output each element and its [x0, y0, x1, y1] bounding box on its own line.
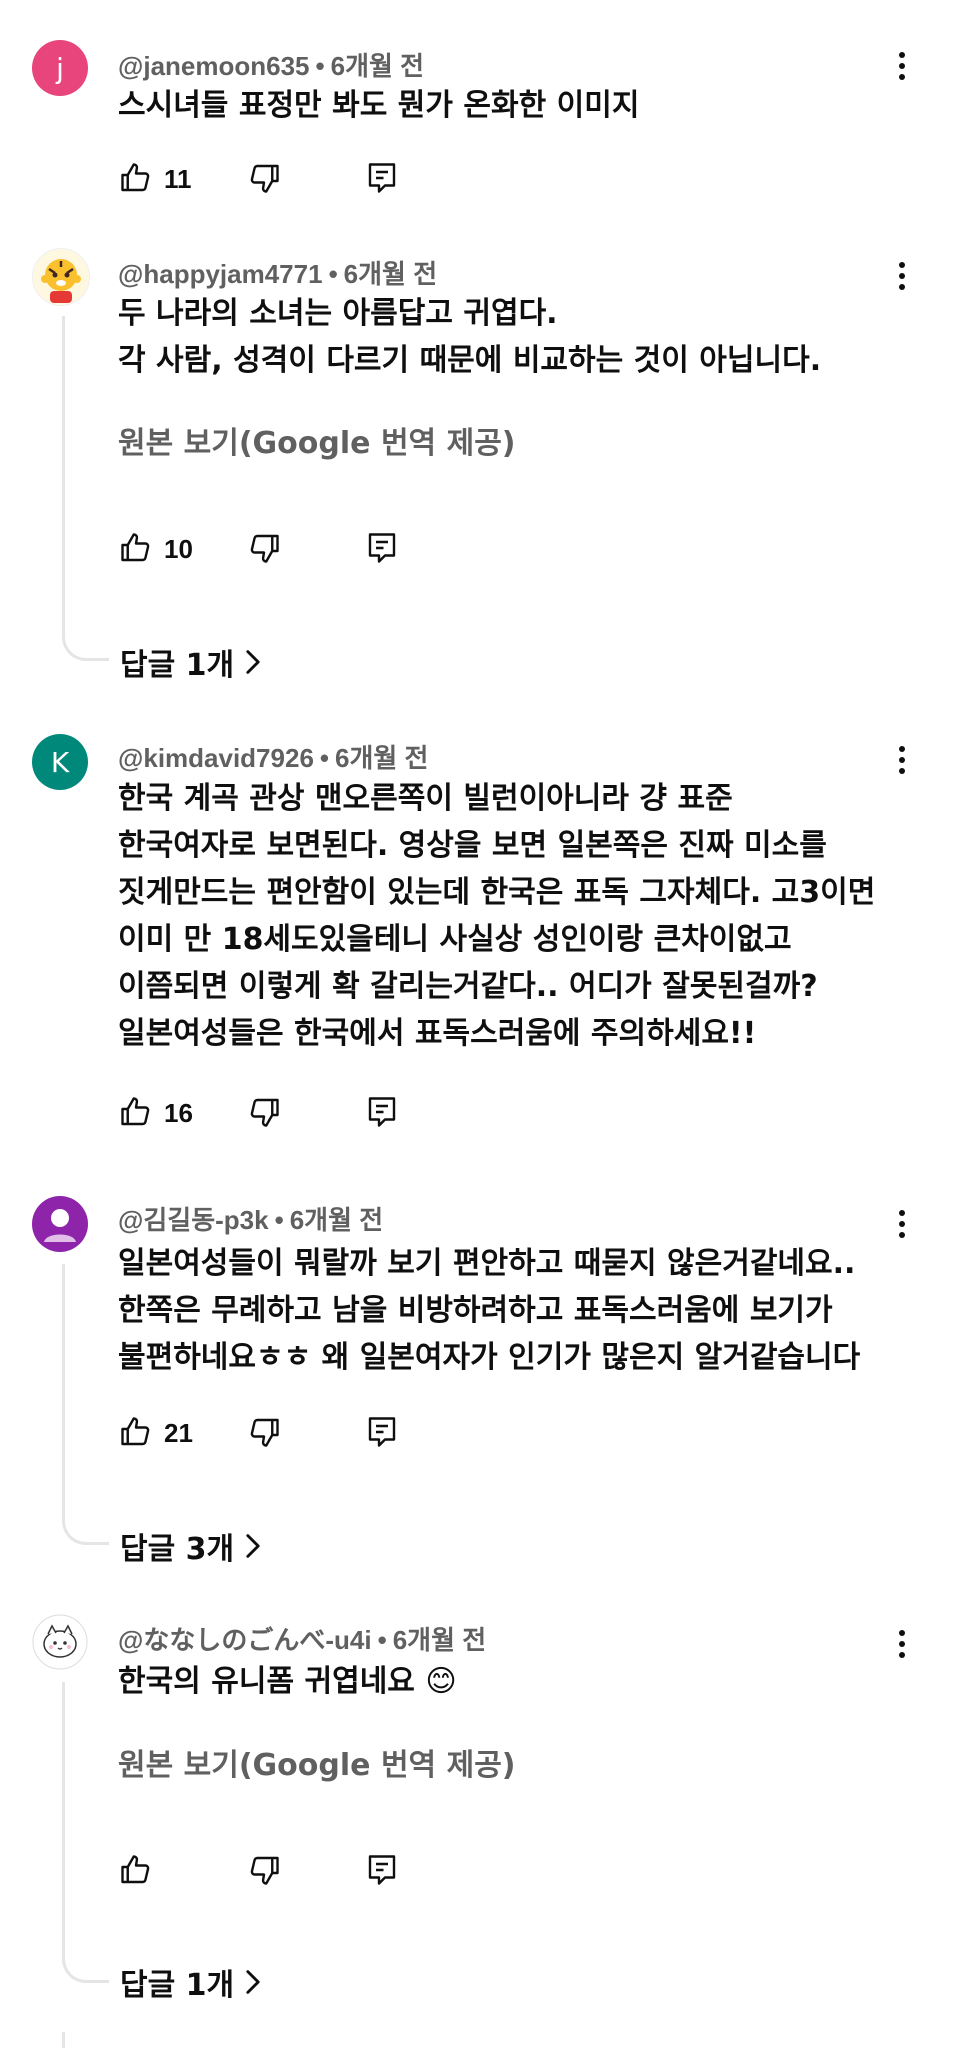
thread-line — [62, 1264, 109, 1545]
reply-icon[interactable] — [364, 1852, 400, 1888]
thread-line — [62, 2032, 65, 2048]
comment-author[interactable]: @happyjam4771 — [118, 259, 323, 289]
dislike-icon[interactable] — [246, 1852, 282, 1888]
comment-time: 6개월 전 — [343, 259, 438, 289]
like-icon[interactable] — [118, 1094, 154, 1130]
comment-actions: 16 — [118, 1094, 438, 1134]
like-count: 16 — [164, 1098, 193, 1128]
comment-author[interactable]: @janemoon635 — [118, 51, 310, 81]
like-icon[interactable] — [118, 160, 154, 196]
like-icon[interactable] — [118, 1852, 154, 1888]
avatar-letter: K — [50, 745, 70, 779]
avatar[interactable] — [32, 248, 90, 306]
dislike-icon[interactable] — [246, 1094, 282, 1130]
reply-icon[interactable] — [364, 160, 400, 196]
tiger-avatar-icon — [33, 249, 89, 305]
view-original-link[interactable]: 원본 보기(Google 번역 제공) — [118, 1740, 516, 1784]
comment-author[interactable]: @ななしのごんべ-u4i — [118, 1625, 372, 1655]
comment-author[interactable]: @kimdavid7926 — [118, 743, 314, 773]
avatar[interactable]: K — [32, 734, 88, 790]
like-count: 11 — [164, 164, 192, 194]
reply-icon[interactable] — [364, 1094, 400, 1130]
reply-icon[interactable] — [364, 530, 400, 566]
comment-time: 6개월 전 — [330, 51, 425, 81]
comment-text: 두 나라의 소녀는 아름답고 귀엽다. 각 사람, 성격이 다르기 때문에 비교… — [118, 296, 822, 378]
like-count: 10 — [164, 534, 193, 564]
comment-meta: @happyjam4771 • 6개월 전 — [118, 259, 438, 289]
comment-text: 일본여성들이 뭐랄까 보기 편안하고 때묻지 않은거같네요.. 한쪽은 무례하고… — [118, 1246, 861, 1375]
replies-label: 답글 1개 — [120, 1968, 235, 2003]
comment-meta: @janemoon635 • 6개월 전 — [118, 51, 425, 81]
comment-meta: @ななしのごんべ-u4i • 6개월 전 — [118, 1625, 487, 1655]
thread-line — [62, 316, 109, 661]
comment-actions: 21 — [118, 1414, 438, 1454]
thread-line — [62, 1682, 109, 1983]
view-replies-button[interactable]: 답글 1개 — [120, 1960, 262, 2004]
reply-icon[interactable] — [364, 1414, 400, 1450]
comment-meta: @kimdavid7926 • 6개월 전 — [118, 743, 429, 773]
view-replies-button[interactable]: 답글 1개 — [120, 640, 262, 684]
comment-author[interactable]: @김길동-p3k — [118, 1205, 269, 1235]
person-icon — [44, 1209, 76, 1242]
avatar-letter: j — [56, 51, 64, 85]
comment-text: 스시녀들 표정만 봐도 뭔가 온화한 이미지 — [118, 88, 640, 123]
character-avatar-icon — [32, 1614, 88, 1670]
like-icon[interactable] — [118, 1414, 154, 1450]
view-original-link[interactable]: 원본 보기(Google 번역 제공) — [118, 418, 516, 462]
dislike-icon[interactable] — [246, 1414, 282, 1450]
replies-label: 답글 3개 — [120, 1532, 235, 1567]
comment-actions: 11 — [118, 160, 438, 200]
chevron-right-icon — [244, 1969, 262, 1995]
replies-label: 답글 1개 — [120, 648, 235, 683]
dislike-icon[interactable] — [246, 160, 282, 196]
comment-meta: @김길동-p3k • 6개월 전 — [118, 1205, 384, 1235]
comment-time: 6개월 전 — [335, 743, 429, 773]
view-replies-button[interactable]: 답글 3개 — [120, 1524, 262, 1568]
comment-time: 6개월 전 — [289, 1205, 384, 1235]
comment-text: 한국의 유니폼 귀엽네요 😊 — [118, 1664, 457, 1699]
dislike-icon[interactable] — [246, 530, 282, 566]
avatar[interactable] — [32, 1614, 88, 1670]
comment-text: 한국 계곡 관상 맨오른쪽이 빌런이아니라 걍 표준 한국여자로 보면된다. 영… — [118, 781, 876, 1051]
comment-time: 6개월 전 — [392, 1625, 487, 1655]
comment-actions — [118, 1852, 438, 1892]
like-count: 21 — [164, 1418, 193, 1448]
chevron-right-icon — [244, 649, 262, 675]
avatar[interactable] — [32, 1196, 88, 1252]
avatar[interactable]: j — [32, 40, 88, 96]
chevron-right-icon — [244, 1533, 262, 1559]
comment-actions: 10 — [118, 530, 438, 570]
like-icon[interactable] — [118, 530, 154, 566]
